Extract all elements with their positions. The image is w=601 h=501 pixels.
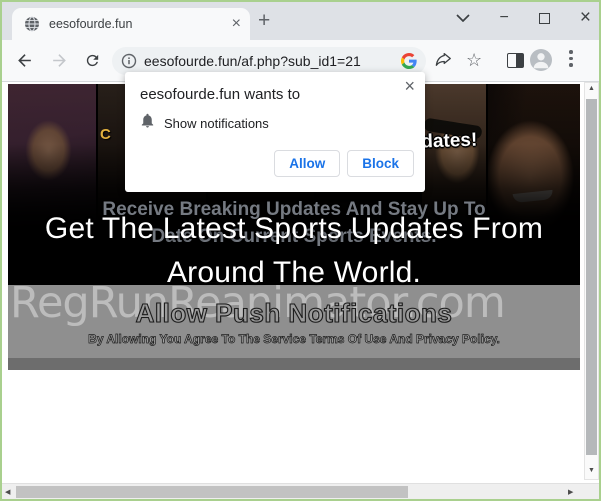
dialog-close-icon[interactable]: × (404, 75, 415, 97)
share-icon[interactable] (434, 51, 453, 74)
back-icon[interactable] (15, 51, 34, 75)
permission-label: Show notifications (164, 116, 269, 131)
url-text[interactable]: eesofourde.fun/af.php?sub_id1=21 (144, 53, 398, 69)
headline-line1: Get The Latest Sports Updates From (8, 207, 580, 251)
tab-strip: eesofourde.fun × + − × (2, 2, 599, 40)
banner-title: Allow Push Notifications (8, 298, 580, 329)
page-headline: Get The Latest Sports Updates From Aroun… (8, 207, 580, 295)
vertical-scrollbar[interactable]: ▲ ▼ (584, 82, 599, 480)
scroll-down-icon[interactable]: ▼ (585, 467, 598, 474)
vertical-scroll-thumb[interactable] (586, 99, 597, 455)
gray-banner: RegRunReanimator.com Allow Push Notifica… (8, 285, 580, 370)
maximize-button[interactable] (539, 13, 550, 24)
banner-subtitle: By Allowing You Agree To The Service Ter… (8, 332, 580, 346)
headline-line2: Around The World. (8, 251, 580, 295)
allow-button[interactable]: Allow (274, 150, 340, 177)
bell-icon (139, 112, 156, 134)
dialog-title: eesofourde.fun wants to (140, 86, 300, 103)
chevron-down-icon[interactable] (456, 9, 470, 27)
window-close-button[interactable]: × (580, 9, 591, 27)
google-g-icon[interactable] (401, 53, 417, 74)
new-tab-button[interactable]: + (258, 9, 270, 33)
notification-permission-dialog: × eesofourde.fun wants to Show notificat… (125, 72, 425, 192)
active-tab[interactable]: eesofourde.fun × (12, 8, 250, 40)
tab-close-icon[interactable]: × (232, 14, 241, 34)
menu-dots-icon[interactable] (569, 50, 573, 67)
browser-window: eesofourde.fun × + − × eesofourde.fun/af… (0, 0, 601, 501)
scroll-left-icon[interactable]: ◀ (5, 488, 10, 496)
block-button[interactable]: Block (347, 150, 414, 177)
address-bar[interactable]: eesofourde.fun/af.php?sub_id1=21 (112, 47, 426, 75)
scroll-up-icon[interactable]: ▲ (585, 85, 598, 92)
bookmark-star-icon[interactable]: ☆ (466, 49, 482, 71)
photo-caption-partial: C (100, 126, 111, 143)
globe-favicon-icon (24, 16, 40, 32)
dialog-buttons: Allow Block (274, 150, 414, 177)
banner-dark-strip (8, 358, 580, 370)
tab-title: eesofourde.fun (49, 17, 132, 31)
minimize-button[interactable]: − (500, 10, 509, 26)
horizontal-scroll-thumb[interactable] (16, 486, 408, 498)
scroll-right-icon[interactable]: ▶ (568, 488, 573, 496)
forward-icon[interactable] (50, 51, 69, 75)
side-panel-icon[interactable] (507, 53, 524, 68)
horizontal-scrollbar[interactable]: ◀ ▶ (2, 483, 599, 499)
reload-icon[interactable] (84, 52, 101, 74)
page-info-icon[interactable] (121, 53, 137, 74)
profile-avatar[interactable] (530, 49, 552, 71)
window-controls: − × (456, 6, 591, 30)
